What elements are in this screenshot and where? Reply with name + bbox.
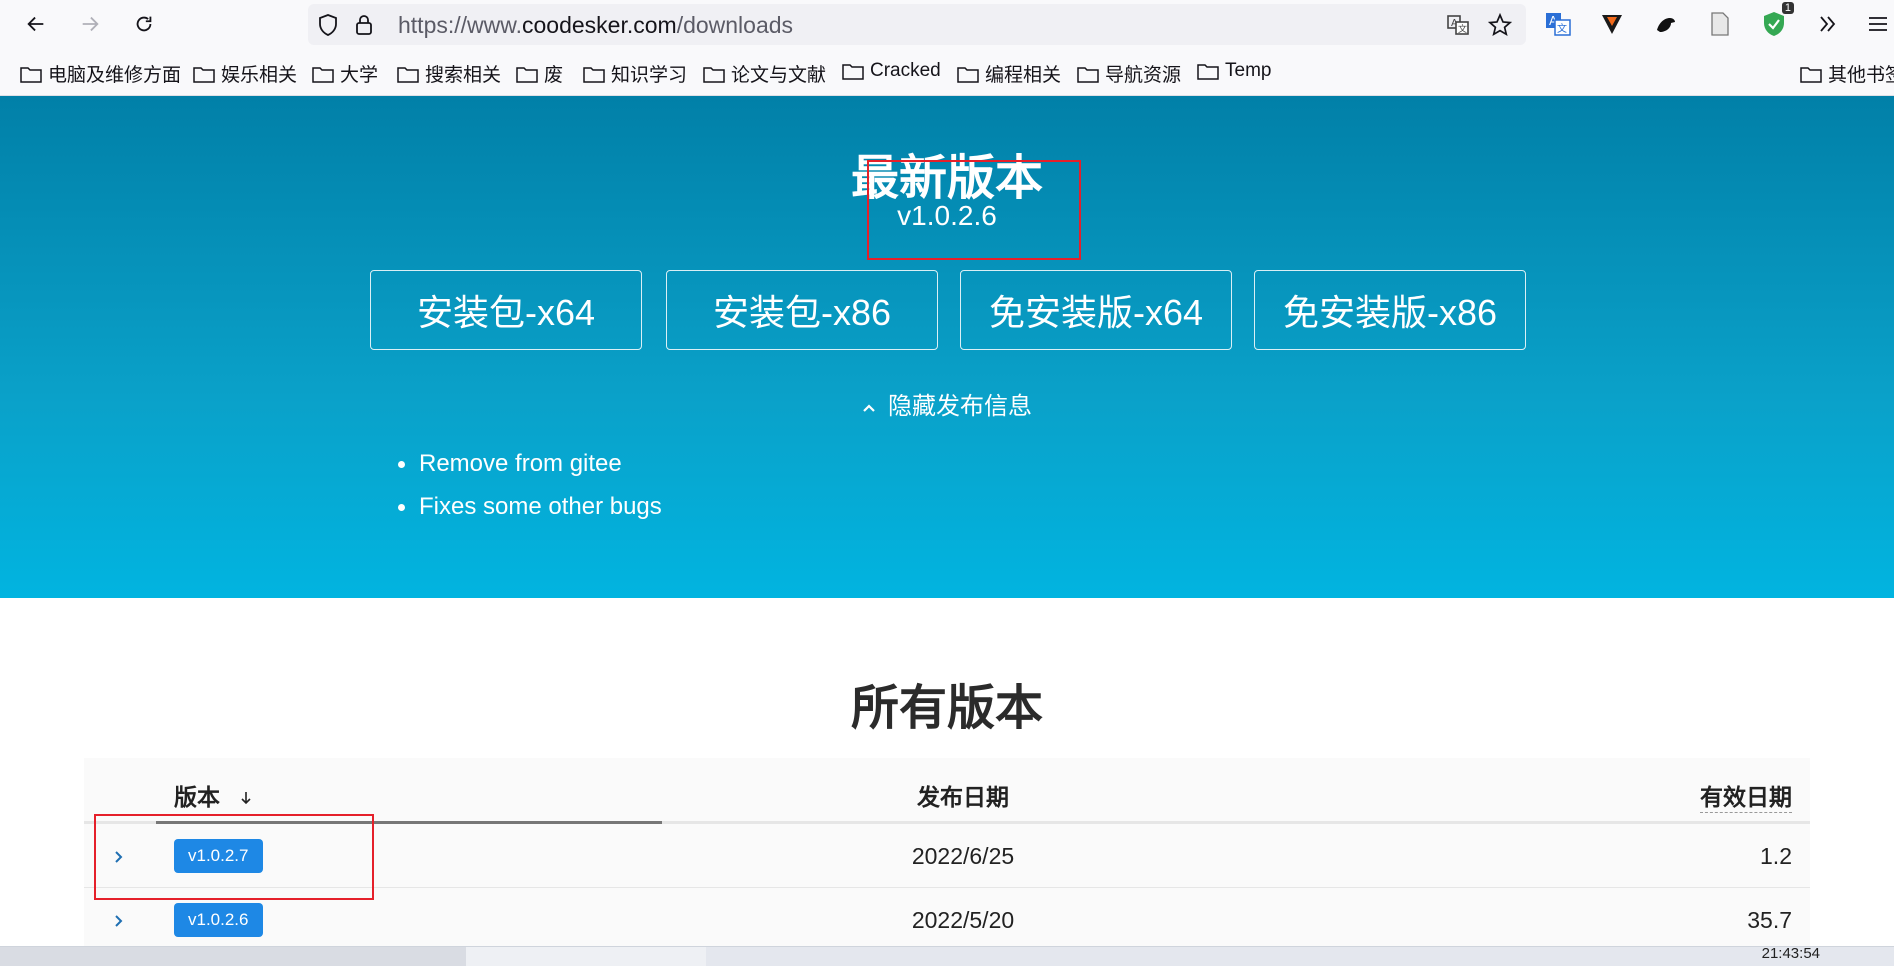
lock-icon[interactable] [352, 13, 376, 37]
taskbar-app-segment[interactable] [706, 947, 1894, 966]
bookmark-folder[interactable]: 电脑及维修方面 [20, 60, 181, 87]
vivaldi-extension[interactable] [1596, 8, 1628, 40]
crow-extension[interactable] [1650, 8, 1682, 40]
taskbar-clock[interactable]: 21:43:54 [1762, 945, 1820, 962]
bookmark-label: 废 [544, 65, 564, 86]
table-header: 版本 发布日期 有效日期 [84, 758, 1810, 824]
menu-button[interactable] [1862, 8, 1894, 40]
document-icon [1711, 12, 1729, 36]
bookmark-label: 论文与文献 [731, 65, 827, 86]
url-host: coodesker.com [521, 12, 677, 38]
latest-version-section: 最新版本 v1.0.2.6 安装包-x64 安装包-x86 免安装版-x64 免… [0, 96, 1894, 598]
translate-extension[interactable]: A文 [1542, 8, 1574, 40]
bookmark-label: 其他书签 [1828, 65, 1894, 86]
valid-days-cell: 1.2 [1760, 843, 1792, 869]
column-header-valid[interactable]: 有效日期 [1700, 778, 1792, 813]
folder-icon [957, 66, 979, 83]
bookmark-label: 导航资源 [1105, 65, 1182, 86]
crow-icon [1657, 18, 1675, 32]
bookmarks-bar: 电脑及维修方面 娱乐相关 大学 搜索相关 废 知识学习 论文与文献 Cracke… [0, 48, 1894, 96]
folder-icon [1197, 64, 1219, 80]
chevron-up-icon [862, 397, 876, 418]
bookmark-folder[interactable]: 编程相关 [957, 60, 1061, 87]
browser-toolbar: https://www.coodesker.com/downloads A文 A… [0, 0, 1894, 48]
svg-text:文: 文 [1557, 22, 1567, 35]
folder-icon [516, 66, 538, 83]
column-header-date[interactable]: 发布日期 [84, 778, 1842, 812]
other-bookmarks-folder[interactable]: 其他书签 [1800, 60, 1894, 87]
folder-icon [1800, 66, 1822, 83]
bookmark-folder[interactable]: 导航资源 [1077, 60, 1181, 87]
back-arrow-icon [27, 16, 44, 32]
bookmark-folder[interactable]: Temp [1197, 60, 1271, 82]
svg-text:文: 文 [1458, 23, 1467, 35]
translate-page-icon[interactable]: A文 [1446, 13, 1470, 37]
bookmark-folder[interactable]: 废 [516, 60, 563, 87]
bookmark-folder[interactable]: 知识学习 [583, 60, 687, 87]
extension-badge: 1 [1781, 2, 1794, 14]
forward-button[interactable] [72, 6, 108, 42]
versions-table: 版本 发布日期 有效日期 v1.0.2.7 2022/6/25 1.2 v1.0… [84, 758, 1810, 952]
bookmark-label: 搜索相关 [425, 65, 502, 86]
taskbar-app-segment[interactable] [0, 947, 466, 966]
bookmark-label: 娱乐相关 [221, 65, 298, 86]
release-date-cell: 2022/6/25 [911, 843, 1015, 869]
bookmark-folder[interactable]: 搜索相关 [397, 60, 501, 87]
table-row[interactable]: v1.0.2.7 2022/6/25 1.2 [84, 824, 1810, 888]
bookmark-folder[interactable]: Cracked [842, 60, 941, 82]
folder-icon [312, 66, 334, 83]
toggle-label: 隐藏发布信息 [888, 393, 1032, 420]
release-date-cell: 2022/5/20 [911, 907, 1015, 933]
reload-icon [136, 16, 152, 32]
download-installer-x86-button[interactable]: 安装包-x86 [666, 270, 938, 350]
url-prefix: https://www. [398, 12, 522, 38]
folder-icon [193, 66, 215, 83]
double-chevron-icon [1820, 16, 1836, 32]
release-note-item: Fixes some other bugs [396, 485, 662, 528]
download-installer-x64-button[interactable]: 安装包-x64 [370, 270, 642, 350]
bookmark-label: Temp [1225, 60, 1272, 81]
adblock-extension[interactable]: 1 [1758, 2, 1794, 40]
taskbar-app-segment[interactable] [466, 947, 706, 966]
back-button[interactable] [18, 6, 54, 42]
release-note-item: Remove from gitee [396, 442, 662, 485]
v-shield-icon [1602, 15, 1622, 34]
folder-icon [397, 66, 419, 83]
hamburger-icon [1869, 17, 1887, 31]
bookmark-folder[interactable]: 大学 [312, 60, 378, 87]
url-text: https://www.coodesker.com/downloads [398, 12, 793, 39]
folder-icon [583, 66, 605, 83]
release-notes-list: Remove from gitee Fixes some other bugs [396, 442, 662, 528]
more-tools-button[interactable] [1812, 8, 1844, 40]
bookmark-label: Cracked [870, 60, 941, 81]
bookmark-label: 编程相关 [985, 65, 1062, 86]
download-portable-x86-button[interactable]: 免安装版-x86 [1254, 270, 1526, 350]
bookmark-folder[interactable]: 娱乐相关 [193, 60, 297, 87]
taskbar: 21:43:54 [0, 945, 1894, 966]
latest-version-title: 最新版本 [850, 152, 1043, 205]
address-bar[interactable]: https://www.coodesker.com/downloads A文 [308, 4, 1526, 45]
forward-arrow-icon [82, 16, 99, 32]
url-path: /downloads [676, 12, 794, 38]
bookmark-label: 知识学习 [611, 65, 688, 86]
reload-button[interactable] [126, 6, 162, 42]
bookmark-folder[interactable]: 论文与文献 [703, 60, 826, 87]
green-shield-icon [1764, 12, 1784, 36]
translate-extension-icon: A文 [1546, 13, 1571, 36]
shield-icon[interactable] [316, 13, 340, 37]
download-portable-x64-button[interactable]: 免安装版-x64 [960, 270, 1232, 350]
latest-version-number: v1.0.2.6 [897, 200, 997, 231]
folder-icon [1077, 66, 1099, 83]
folder-icon [842, 64, 864, 80]
table-row[interactable]: v1.0.2.6 2022/5/20 35.7 [84, 888, 1810, 952]
folder-icon [703, 66, 725, 83]
bookmark-label: 电脑及维修方面 [48, 65, 182, 86]
page-extension[interactable] [1704, 8, 1736, 40]
valid-days-cell: 35.7 [1747, 907, 1792, 933]
folder-icon [20, 66, 42, 83]
bookmark-star-icon[interactable] [1488, 13, 1512, 37]
hide-release-notes-toggle[interactable]: 隐藏发布信息 [0, 386, 1894, 421]
all-versions-title: 所有版本 [850, 682, 1043, 735]
bookmark-label: 大学 [340, 65, 379, 86]
